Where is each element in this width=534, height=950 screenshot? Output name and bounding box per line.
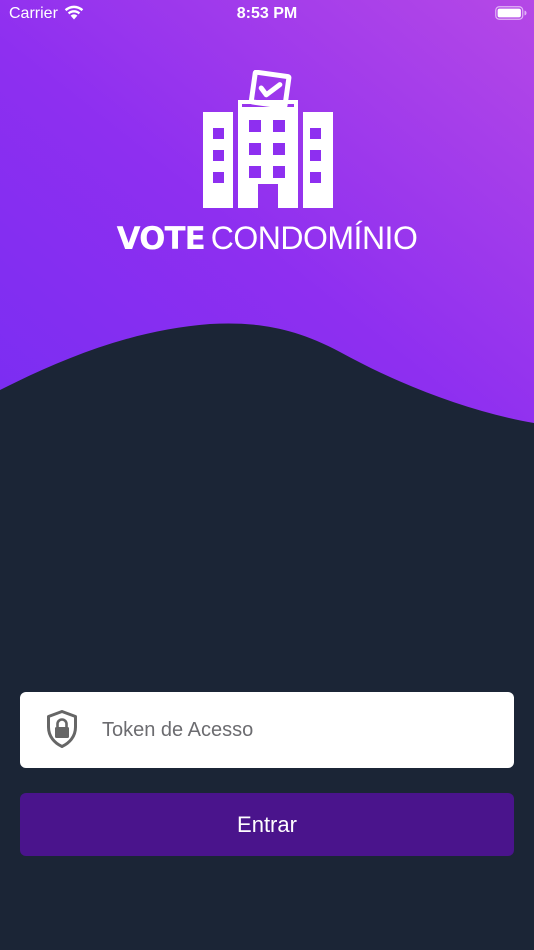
status-bar: Carrier 8:53 PM — [0, 0, 534, 28]
status-time: 8:53 PM — [236, 5, 298, 22]
login-screen: Carrier 8:53 PM VOTE CONDOMÍNIO Token de… — [0, 0, 534, 950]
building-ballot-icon — [203, 70, 333, 208]
enter-button[interactable]: Entrar — [20, 793, 514, 856]
battery-icon — [495, 6, 527, 20]
token-input[interactable] — [102, 692, 498, 768]
app-wordmark: VOTE CONDOMÍNIO — [0, 218, 534, 265]
wordmark-condominio: CONDOMÍNIO — [210, 220, 418, 256]
lock-shield-icon — [47, 710, 77, 748]
wordmark-vote: VOTE — [116, 221, 206, 257]
token-field[interactable] — [20, 692, 514, 768]
